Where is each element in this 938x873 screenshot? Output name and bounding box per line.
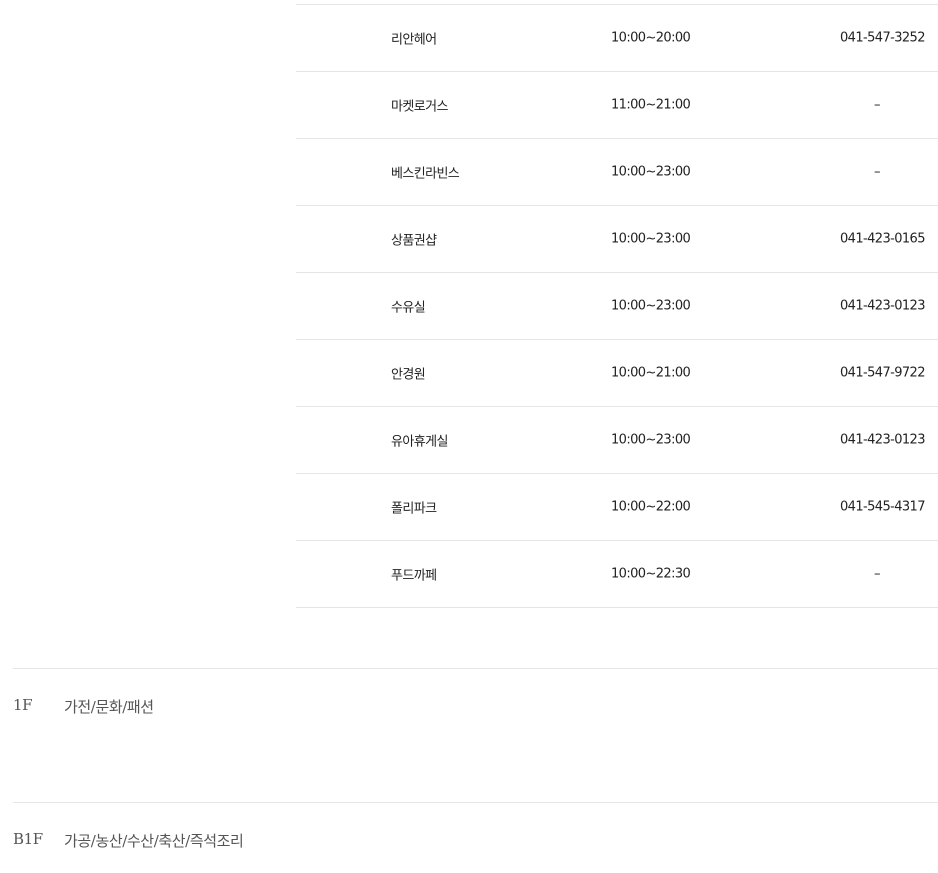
store-phone: 041-423-0123: [840, 298, 926, 314]
table-row: 상품권샵 10:00~23:00 041-423-0165: [296, 206, 938, 273]
store-hours: 10:00~23:00: [611, 231, 691, 247]
store-hours: 10:00~23:00: [611, 432, 691, 448]
floor-description: 가전/문화/패션: [64, 698, 154, 716]
floor-code: B1F: [13, 830, 43, 848]
store-name: 푸드까페: [391, 568, 437, 584]
store-name: 안경원: [391, 367, 426, 383]
table-row: 리안헤어 10:00~20:00 041-547-3252: [296, 5, 938, 72]
store-phone: –: [874, 164, 880, 180]
floor-description: 가공/농산/수산/축산/즉석조리: [64, 832, 244, 850]
store-name: 리안헤어: [391, 32, 437, 48]
store-phone: 041-547-3252: [840, 30, 926, 46]
store-hours: 10:00~23:00: [611, 298, 691, 314]
floor-code: 1F: [13, 696, 33, 714]
table-row: 푸드까페 10:00~22:30 –: [296, 541, 938, 608]
store-hours: 11:00~21:00: [611, 97, 691, 113]
table-row: 폴리파크 10:00~22:00 041-545-4317: [296, 474, 938, 541]
store-table: 리안헤어 10:00~20:00 041-547-3252 마켓로거스 11:0…: [296, 4, 938, 608]
table-row: 유아휴게실 10:00~23:00 041-423-0123: [296, 407, 938, 474]
table-row: 안경원 10:00~21:00 041-547-9722: [296, 340, 938, 407]
table-row: 마켓로거스 11:00~21:00 –: [296, 72, 938, 139]
store-phone: –: [874, 97, 880, 113]
store-phone: 041-547-9722: [840, 365, 926, 381]
store-hours: 10:00~20:00: [611, 30, 691, 46]
store-name: 폴리파크: [391, 501, 437, 517]
store-phone: 041-423-0123: [840, 432, 926, 448]
store-hours: 10:00~22:30: [611, 566, 691, 582]
floor-row-b1f[interactable]: B1F 가공/농산/수산/축산/즉석조리: [13, 802, 938, 850]
store-hours: 10:00~22:00: [611, 499, 691, 515]
table-row: 베스킨라빈스 10:00~23:00 –: [296, 139, 938, 206]
store-phone: 041-423-0165: [840, 231, 926, 247]
store-phone: 041-545-4317: [840, 499, 926, 515]
store-name: 상품권샵: [391, 233, 437, 249]
store-name: 유아휴게실: [391, 434, 448, 450]
store-hours: 10:00~23:00: [611, 164, 691, 180]
store-phone: –: [874, 566, 880, 582]
table-row: 수유실 10:00~23:00 041-423-0123: [296, 273, 938, 340]
store-name: 수유실: [391, 300, 426, 316]
floor-row-1f[interactable]: 1F 가전/문화/패션: [13, 668, 938, 716]
store-hours: 10:00~21:00: [611, 365, 691, 381]
store-name: 베스킨라빈스: [391, 166, 460, 182]
store-name: 마켓로거스: [391, 99, 448, 115]
